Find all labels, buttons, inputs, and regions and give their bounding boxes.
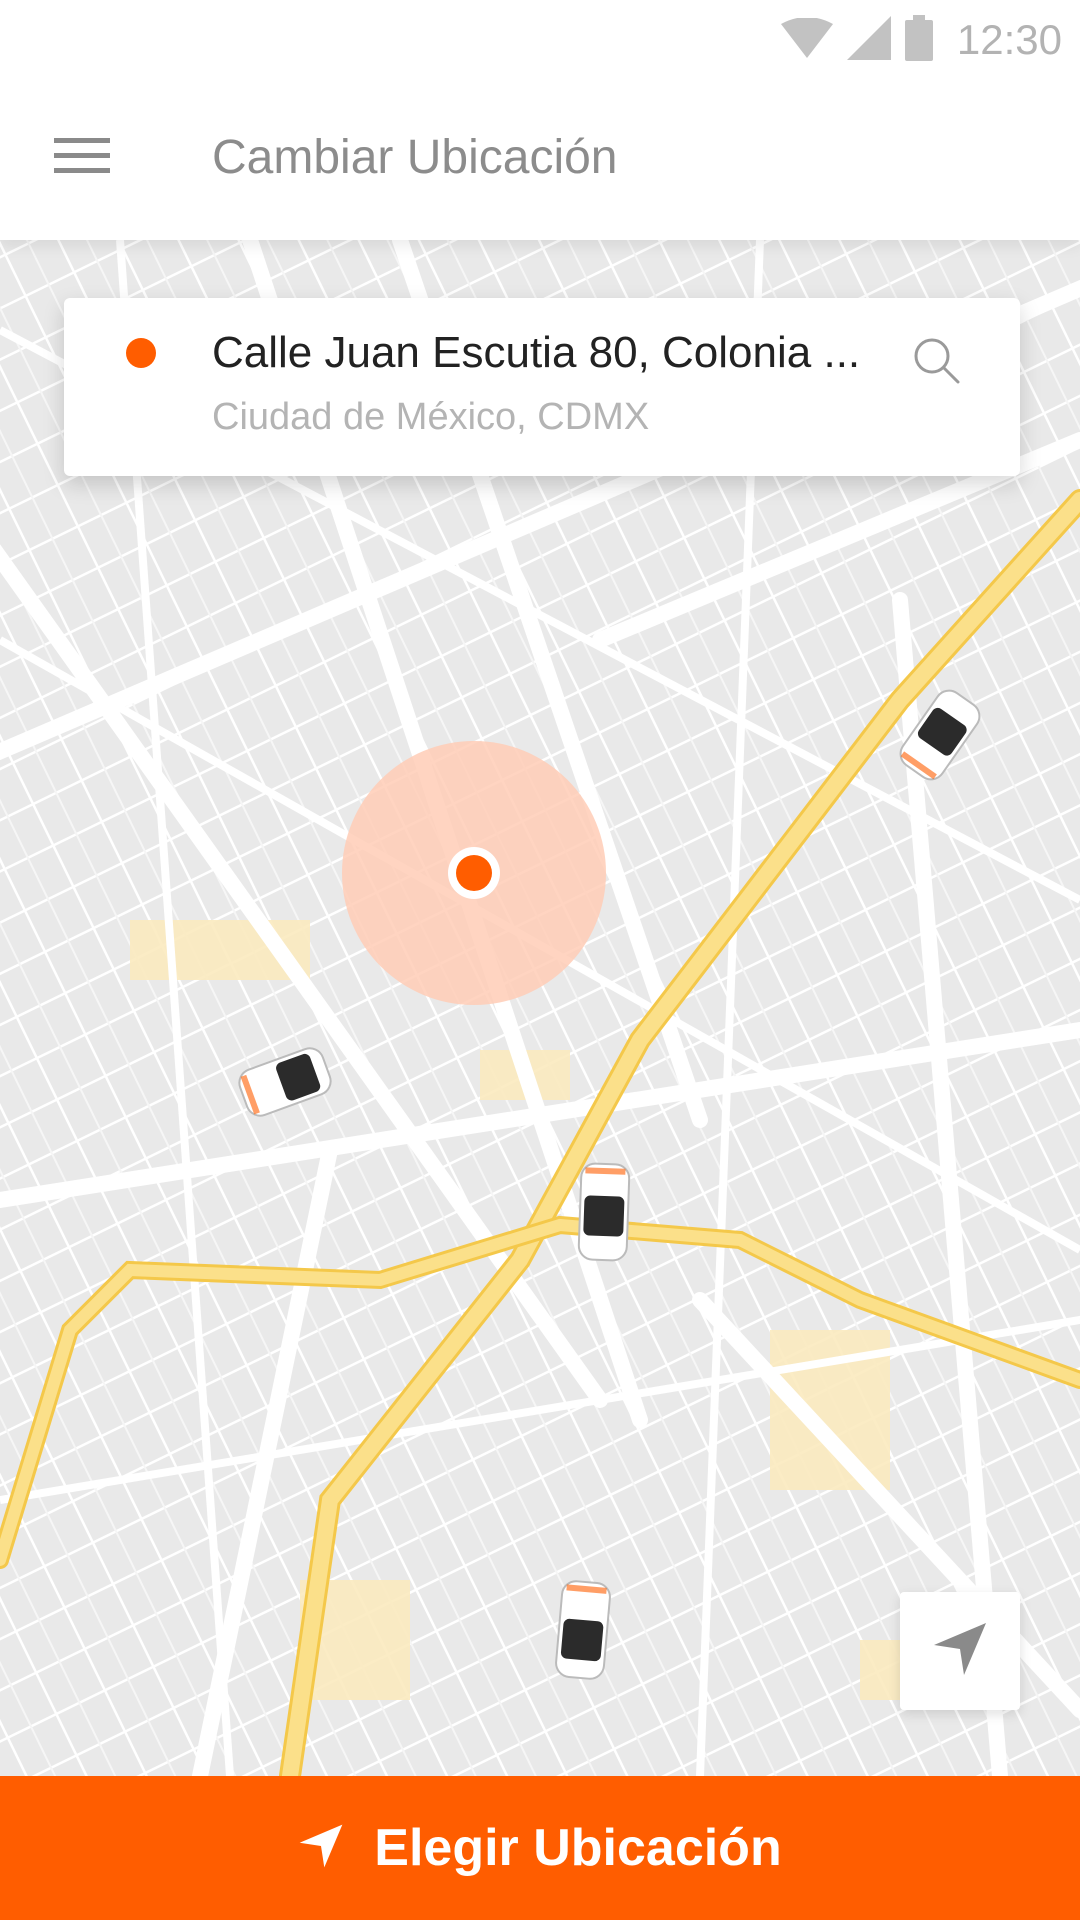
- hamburger-menu-icon: [54, 136, 110, 181]
- location-pin-icon: [448, 847, 500, 899]
- navigation-arrow-icon: [298, 1823, 344, 1874]
- search-icon: [911, 335, 961, 390]
- origin-dot-icon: [126, 338, 156, 368]
- recenter-button[interactable]: [900, 1592, 1020, 1710]
- choose-location-label: Elegir Ubicación: [374, 1819, 782, 1877]
- cell-signal-icon: [846, 15, 891, 65]
- car-icon: [577, 1162, 631, 1262]
- app-screen: 12:30 Cambiar Ubicación Calle Juan Escut…: [0, 0, 1080, 1920]
- app-bar: Cambiar Ubicación: [0, 78, 1080, 240]
- menu-button[interactable]: [46, 126, 118, 190]
- status-time: 12:30: [956, 16, 1062, 63]
- navigation-arrow-icon: [932, 1621, 988, 1682]
- search-button[interactable]: [906, 332, 966, 392]
- car-icon: [555, 1580, 611, 1680]
- address-line-1[interactable]: Calle Juan Escutia 80, Colonia ...: [212, 328, 862, 378]
- address-line-2: Ciudad de México, CDMX: [212, 396, 650, 438]
- location-search-card[interactable]: [64, 298, 1020, 476]
- battery-icon: [904, 14, 933, 66]
- status-bar: 12:30: [0, 0, 1080, 78]
- choose-location-button[interactable]: Elegir Ubicación: [0, 1776, 1080, 1920]
- page-title: Cambiar Ubicación: [212, 131, 618, 184]
- status-icons: 12:30: [780, 10, 1062, 70]
- wifi-icon: [780, 16, 833, 63]
